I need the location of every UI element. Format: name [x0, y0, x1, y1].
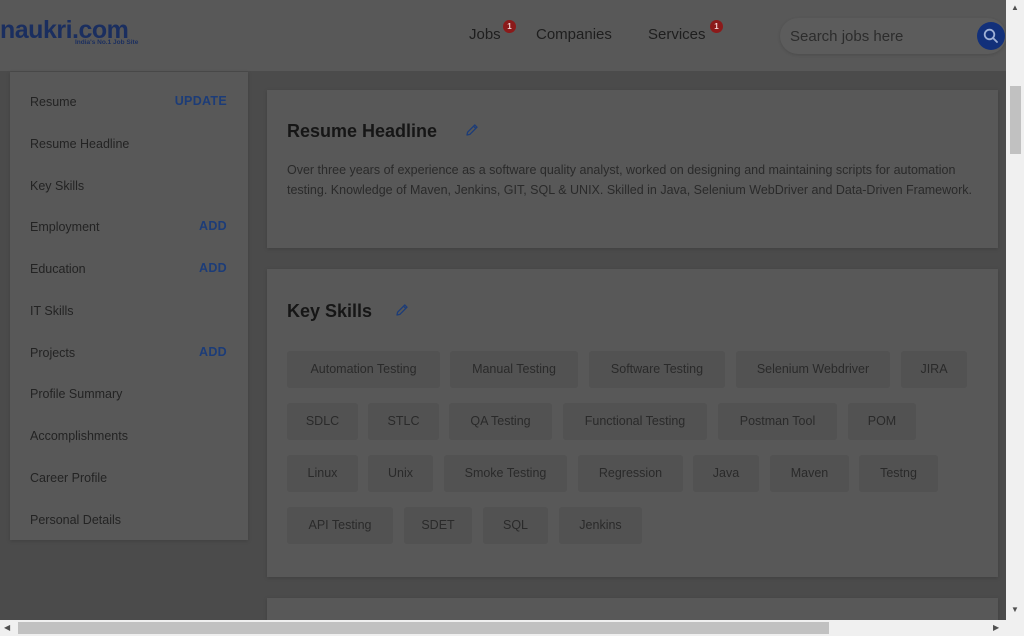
skill-chip: Software Testing — [589, 351, 725, 388]
pencil-icon[interactable] — [394, 302, 410, 318]
sidebar-item-employment[interactable]: Employment — [30, 220, 99, 234]
skill-chip: POM — [848, 403, 916, 440]
resume-headline-text: Over three years of experience as a soft… — [287, 163, 973, 197]
naukri-logo[interactable]: naukri.com India's No.1 Job Site — [0, 16, 160, 50]
header: naukri.com India's No.1 Job Site Jobs 1 … — [0, 0, 1006, 71]
search-input[interactable]: Search jobs here — [780, 18, 1006, 54]
resume-headline-title: Resume Headline — [287, 121, 438, 141]
skill-chip: SDLC — [287, 403, 358, 440]
sidebar-item-personal-details[interactable]: Personal Details — [30, 513, 121, 527]
services-badge: 1 — [710, 20, 723, 33]
skill-chip: Linux — [287, 455, 358, 492]
skill-chip: Automation Testing — [287, 351, 440, 388]
sidebar-item-projects[interactable]: Projects — [30, 346, 75, 360]
search-placeholder: Search jobs here — [790, 28, 904, 45]
sidebar-item-career-profile[interactable]: Career Profile — [30, 471, 107, 485]
skill-chip: Unix — [368, 455, 433, 492]
skill-chip: Manual Testing — [450, 351, 578, 388]
skill-chip: Java — [693, 455, 759, 492]
skill-chip: SDET — [404, 507, 472, 544]
scrollbar-corner — [1006, 620, 1024, 636]
horizontal-scrollbar[interactable]: ◀ ▶ — [0, 620, 1006, 636]
scroll-up-arrow-icon[interactable]: ▲ — [1011, 4, 1019, 12]
skill-chip: Selenium Webdriver — [736, 351, 890, 388]
skill-chip: API Testing — [287, 507, 393, 544]
nav-services[interactable]: Services — [648, 26, 706, 43]
search-icon — [983, 28, 998, 43]
nav-companies[interactable]: Companies — [536, 26, 612, 43]
pencil-icon[interactable] — [464, 122, 480, 138]
vertical-scroll-thumb[interactable] — [1010, 86, 1021, 154]
scroll-left-arrow-icon[interactable]: ◀ — [4, 624, 10, 632]
vertical-scrollbar[interactable]: ▲ ▼ — [1006, 0, 1024, 620]
nav-jobs[interactable]: Jobs — [469, 26, 501, 43]
skill-chip: Maven — [770, 455, 849, 492]
key-skills-card: Key Skills Automation Testing Manual Tes… — [267, 269, 998, 577]
logo-tagline: India's No.1 Job Site — [75, 39, 139, 46]
education-add-link[interactable]: ADD — [199, 261, 227, 275]
sidebar-item-resume[interactable]: Resume — [30, 95, 77, 109]
sidebar-item-resume-headline[interactable]: Resume Headline — [30, 137, 129, 151]
sidebar-item-education[interactable]: Education — [30, 262, 86, 276]
skill-chip: Smoke Testing — [444, 455, 567, 492]
key-skills-title: Key Skills — [287, 301, 373, 321]
sidebar-item-profile-summary[interactable]: Profile Summary — [30, 387, 122, 401]
quick-links-sidebar: Resume UPDATE Resume Headline Key Skills… — [10, 72, 248, 540]
employment-add-link[interactable]: ADD — [199, 219, 227, 233]
skill-chip: QA Testing — [449, 403, 552, 440]
skill-chip: Jenkins — [559, 507, 642, 544]
scroll-down-arrow-icon[interactable]: ▼ — [1011, 606, 1019, 614]
skill-chip: Regression — [578, 455, 683, 492]
skill-chip: Postman Tool — [718, 403, 837, 440]
horizontal-scroll-thumb[interactable] — [18, 622, 829, 634]
skill-chip: Testng — [859, 455, 938, 492]
sidebar-item-accomplishments[interactable]: Accomplishments — [30, 429, 128, 443]
projects-add-link[interactable]: ADD — [199, 345, 227, 359]
skill-chip: SQL — [483, 507, 548, 544]
scroll-right-arrow-icon[interactable]: ▶ — [993, 624, 999, 632]
sidebar-item-key-skills[interactable]: Key Skills — [30, 179, 84, 193]
search-button[interactable] — [977, 22, 1005, 50]
skill-chip: Functional Testing — [563, 403, 707, 440]
sidebar-item-it-skills[interactable]: IT Skills — [30, 304, 74, 318]
skill-chip: STLC — [368, 403, 439, 440]
resume-headline-card: Resume Headline Over three years of expe… — [267, 90, 998, 248]
jobs-badge: 1 — [503, 20, 516, 33]
resume-update-link[interactable]: UPDATE — [175, 94, 227, 108]
skill-chip: JIRA — [901, 351, 967, 388]
